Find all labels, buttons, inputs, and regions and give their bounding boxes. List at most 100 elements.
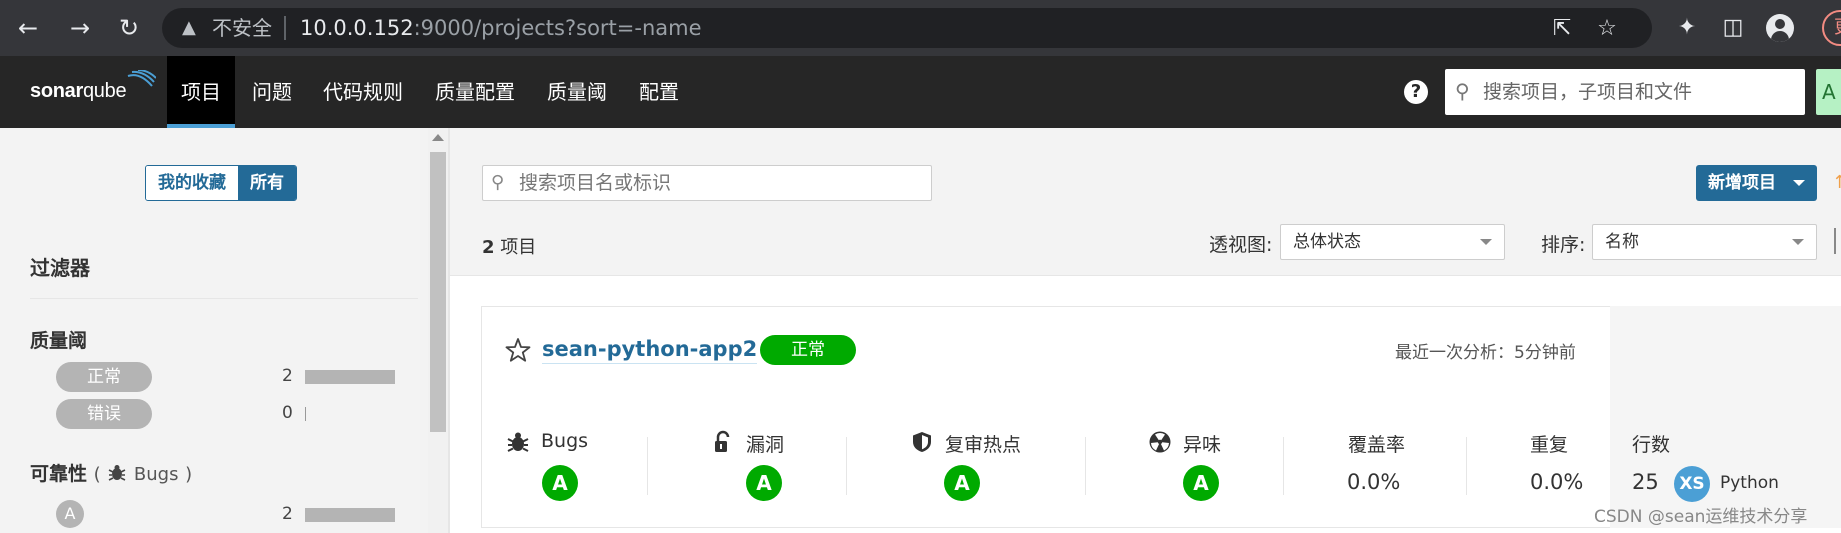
size-rating-badge: XS (1674, 466, 1710, 502)
url-path: :9000/projects?sort=-name (413, 16, 702, 40)
perspective-select[interactable]: 总体状态 (1280, 224, 1505, 260)
nav-administration[interactable]: 配置 (625, 56, 693, 128)
profile-avatar-icon[interactable] (1766, 14, 1794, 42)
code-smells-label[interactable]: 异味 (1183, 430, 1221, 457)
facet-option-rating-a[interactable]: A (56, 500, 84, 528)
security-status: 不安全 (212, 16, 272, 40)
facet-bar-failed (305, 407, 306, 421)
lines-label: 行数 (1632, 434, 1671, 456)
sort-select[interactable]: 名称 (1592, 224, 1817, 260)
forward-arrow-icon[interactable]: → (64, 12, 96, 44)
nav-issues[interactable]: 问题 (238, 56, 306, 128)
bugs-label[interactable]: Bugs (541, 430, 588, 452)
metric-separator (1085, 437, 1086, 495)
metric-separator (1283, 437, 1284, 495)
sort-direction-icon[interactable] (1834, 228, 1841, 254)
duplications-label[interactable]: 重复 (1530, 430, 1568, 457)
address-bar[interactable]: ▲ 不安全 10.0.0.152:9000/projects?sort=-nam… (162, 8, 1652, 48)
facet-count-failed: 0 (282, 403, 293, 423)
facet-count-rating-a: 2 (282, 504, 293, 524)
hotspots-rating[interactable]: A (944, 465, 980, 501)
facet-bar-passed (305, 370, 395, 384)
url-host: 10.0.0.152 (300, 16, 414, 40)
code-smells-rating[interactable]: A (1183, 465, 1219, 501)
facet-bar-rating-a (305, 508, 395, 522)
metric-separator (1466, 437, 1467, 495)
bugs-rating[interactable]: A (542, 465, 578, 501)
code-smell-icon (1149, 431, 1171, 453)
facet-option-failed[interactable]: 错误 (56, 399, 152, 429)
coverage-value[interactable]: 0.0% (1347, 470, 1400, 494)
reliability-facet-title: 可靠性 ( Bugs ) (30, 459, 192, 486)
project-count-number: 2 (482, 237, 495, 258)
favorites-all-toggle[interactable]: 我的收藏 所有 (145, 165, 297, 201)
global-search[interactable]: ⚲ (1445, 69, 1805, 115)
bug-icon (108, 465, 126, 481)
search-icon: ⚲ (491, 172, 505, 193)
project-count: 2 项目 (482, 233, 536, 259)
scrollbar-thumb[interactable] (430, 152, 446, 432)
quality-gate-facet-title: 质量阈 (30, 330, 88, 352)
reliability-sub-close: ) (185, 464, 193, 485)
share-icon[interactable]: ⇱ (1549, 16, 1575, 42)
toggle-all[interactable]: 所有 (238, 166, 296, 200)
warning-triangle-icon: ▲ (182, 17, 196, 38)
reliability-title-text: 可靠性 (30, 463, 88, 485)
shield-icon (913, 432, 931, 452)
update-button[interactable]: 更 (1822, 10, 1841, 46)
metric-separator (846, 437, 847, 495)
help-icon[interactable]: ? (1404, 80, 1428, 104)
favorite-star-icon[interactable] (505, 337, 531, 363)
project-name-link[interactable]: sean-python-app2 (542, 335, 758, 364)
sonarqube-logo[interactable]: sonarqube (30, 80, 127, 103)
last-analysis-date: 最近一次分析：5分钟前 (1395, 343, 1576, 363)
logo-qube: qube (82, 80, 127, 102)
sort-value: 名称 (1605, 232, 1639, 252)
reload-icon[interactable]: ↻ (113, 12, 145, 44)
create-chip[interactable]: A (1816, 69, 1841, 115)
logo-waves-icon (127, 70, 156, 87)
perspective-label: 透视图: (1209, 234, 1273, 256)
bug-icon (507, 432, 529, 452)
caret-down-icon (1793, 180, 1805, 186)
quality-gate-status-badge: 正常 (760, 335, 856, 365)
scroll-up-arrow-icon[interactable] (432, 134, 444, 141)
vulnerabilities-rating[interactable]: A (746, 465, 782, 501)
coverage-label[interactable]: 覆盖率 (1348, 430, 1405, 457)
filters-title: 过滤器 (30, 256, 90, 280)
facet-option-passed[interactable]: 正常 (56, 362, 152, 392)
omnibox-separator (284, 16, 286, 40)
create-project-button[interactable]: 新增项目 (1696, 165, 1817, 201)
bookmark-star-icon[interactable]: ☆ (1594, 16, 1620, 42)
url-text[interactable]: 10.0.0.152:9000/projects?sort=-name (300, 16, 702, 40)
project-count-label: 项目 (500, 237, 537, 258)
project-search-input[interactable] (519, 170, 919, 196)
notification-mark-icon[interactable]: ↑ (1832, 172, 1841, 194)
chevron-down-icon (1792, 239, 1804, 245)
sonarqube-navbar: sonarqube 项目 问题 代码规则 质量配置 质量阈 配置 ? ⚲ A (0, 56, 1841, 128)
vulnerabilities-label[interactable]: 漏洞 (746, 430, 784, 457)
reliability-sub-label: Bugs (133, 464, 179, 485)
duplications-value[interactable]: 0.0% (1530, 470, 1583, 494)
language-name: Python (1720, 473, 1779, 493)
reliability-sub-open: ( (93, 464, 101, 485)
global-search-input[interactable] (1483, 77, 1793, 107)
sort-label: 排序: (1541, 234, 1586, 256)
toggle-favorites[interactable]: 我的收藏 (146, 166, 238, 200)
create-project-label: 新增项目 (1708, 173, 1776, 193)
watermark: CSDN @sean运维技术分享 (1594, 507, 1808, 527)
nav-projects[interactable]: 项目 (167, 56, 235, 128)
hotspots-label[interactable]: 复审热点 (945, 430, 1021, 457)
nav-quality-gates[interactable]: 质量阈 (533, 56, 621, 128)
extensions-puzzle-icon[interactable]: ✦ (1673, 14, 1701, 42)
nav-quality-profiles[interactable]: 质量配置 (421, 56, 529, 128)
facet-count-passed: 2 (282, 366, 293, 386)
sidebar-divider (30, 298, 418, 299)
lines-value[interactable]: 25 (1632, 470, 1659, 494)
nav-rules[interactable]: 代码规则 (309, 56, 417, 128)
logo-sonar: sonar (30, 80, 83, 102)
back-arrow-icon[interactable]: ← (12, 12, 44, 44)
project-search[interactable]: ⚲ (482, 165, 932, 201)
perspective-value: 总体状态 (1293, 232, 1361, 252)
side-panel-icon[interactable]: ◫ (1719, 14, 1747, 42)
